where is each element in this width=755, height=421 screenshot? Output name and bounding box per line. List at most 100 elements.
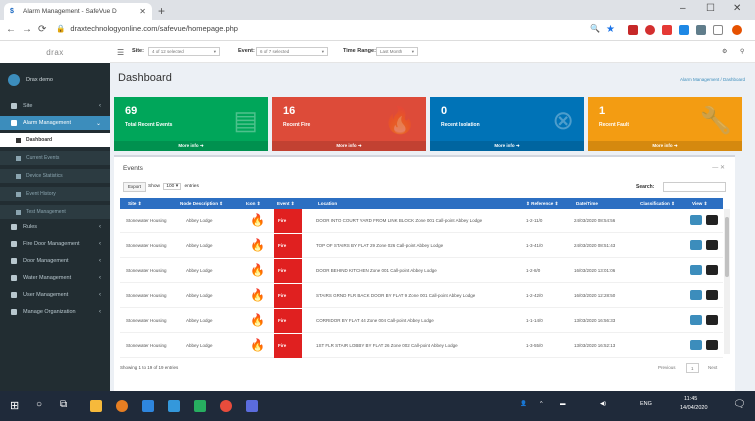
more-info-link[interactable]: More info ➜ bbox=[430, 141, 584, 151]
sidebar-item-manage-organization[interactable]: Manage Organization ‹ bbox=[0, 305, 110, 319]
table-row[interactable]: Stonewater Housing Abbey Lodge 🔥 Fire TO… bbox=[120, 234, 723, 258]
view-eye-button[interactable] bbox=[690, 240, 702, 250]
extension-icon[interactable] bbox=[645, 25, 655, 35]
view-eye-button[interactable] bbox=[690, 315, 702, 325]
column-header-event[interactable]: Event ⇕ bbox=[277, 201, 295, 207]
reload-icon[interactable]: ⟳ bbox=[38, 24, 46, 35]
sidebar-subitem-test-management[interactable]: Test Management bbox=[0, 205, 110, 219]
tab-close-icon[interactable]: ✕ bbox=[139, 7, 146, 16]
column-header-datetime[interactable]: Date/Time bbox=[576, 201, 598, 206]
pagination-page[interactable]: 1 bbox=[686, 363, 699, 373]
view-document-button[interactable] bbox=[706, 290, 718, 300]
clock-time[interactable]: 11:45 bbox=[684, 396, 697, 402]
sidebar-item-water-management[interactable]: Water Management ‹ bbox=[0, 271, 110, 285]
sidebar-item-door-management[interactable]: Door Management ‹ bbox=[0, 254, 110, 268]
view-eye-button[interactable] bbox=[690, 215, 702, 225]
view-eye-button[interactable] bbox=[690, 290, 702, 300]
logo[interactable]: drax bbox=[0, 41, 110, 63]
tray-chevron-up-icon[interactable]: ^ bbox=[540, 401, 543, 407]
sidebar-subitem-device-statistics[interactable]: Device Statistics bbox=[0, 169, 110, 183]
view-document-button[interactable] bbox=[706, 215, 718, 225]
file-explorer-icon[interactable] bbox=[90, 400, 102, 412]
sidebar-subitem-dashboard[interactable]: Dashboard bbox=[0, 133, 110, 147]
sidebar-item-user-management[interactable]: User Management ‹ bbox=[0, 288, 110, 302]
profile-icon[interactable] bbox=[732, 25, 742, 35]
extension-icon[interactable] bbox=[662, 25, 672, 35]
site-filter-select[interactable]: 4 of 12 selected ▾ bbox=[148, 47, 220, 56]
sidebar-item-site[interactable]: Site ‹ bbox=[0, 99, 110, 113]
breadcrumb[interactable]: Alarm Management / Dashboard bbox=[680, 77, 745, 82]
column-header-icon[interactable]: Icon ⇕ bbox=[246, 201, 261, 207]
more-info-link[interactable]: More info ➜ bbox=[588, 141, 742, 151]
forward-icon[interactable]: → bbox=[22, 24, 32, 35]
view-document-button[interactable] bbox=[706, 315, 718, 325]
extension-icon[interactable] bbox=[628, 25, 638, 35]
column-header-location[interactable]: Location bbox=[318, 201, 337, 206]
table-row[interactable]: Stonewater Housing Abbey Lodge 🔥 Fire 1S… bbox=[120, 334, 723, 358]
table-scrollbar-thumb[interactable] bbox=[725, 217, 729, 277]
view-document-button[interactable] bbox=[706, 265, 718, 275]
entries-select[interactable]: 100 ▾ bbox=[163, 183, 182, 190]
table-row[interactable]: Stonewater Housing Abbey Lodge 🔥 Fire DO… bbox=[120, 209, 723, 233]
view-eye-button[interactable] bbox=[690, 265, 702, 275]
view-eye-button[interactable] bbox=[690, 340, 702, 350]
url-field[interactable]: 🔒 draxtechnologyonline.com/safevue/homepa… bbox=[56, 24, 238, 33]
clock-date[interactable]: 14/04/2020 bbox=[680, 405, 708, 411]
sidebar-item-rules[interactable]: Rules ‹ bbox=[0, 220, 110, 234]
close-window-icon[interactable]: ✕ bbox=[733, 3, 741, 14]
pagination-next[interactable]: Next bbox=[704, 363, 721, 373]
column-header-site[interactable]: Site ⇕ bbox=[128, 201, 142, 207]
maximize-icon[interactable]: ☐ bbox=[706, 3, 715, 14]
column-header-reference[interactable]: ⇕ Reference ⇕ bbox=[526, 201, 559, 207]
search-input[interactable] bbox=[663, 182, 726, 192]
app-icon[interactable] bbox=[246, 400, 258, 412]
content-header: Dashboard Alarm Management / Dashboard bbox=[110, 63, 755, 93]
word-icon[interactable] bbox=[168, 400, 180, 412]
sidebar-subitem-current-events[interactable]: Current Events bbox=[0, 151, 110, 165]
column-header-node[interactable]: Node Description ⇕ bbox=[180, 201, 223, 207]
search-icon[interactable]: ○ bbox=[36, 399, 42, 410]
export-button[interactable]: Export bbox=[123, 182, 147, 192]
browser-tab[interactable]: $ Alarm Management - SafeVue D ✕ bbox=[4, 3, 152, 20]
back-icon[interactable]: ← bbox=[6, 24, 16, 35]
task-view-icon[interactable]: ⧉ bbox=[60, 399, 67, 410]
volume-icon[interactable]: ◀) bbox=[600, 401, 606, 407]
menu-toggle-icon[interactable]: ☰ bbox=[117, 48, 124, 57]
collapse-icon[interactable]: — ✕ bbox=[712, 164, 725, 171]
stat-label: Recent Fault bbox=[599, 122, 630, 128]
pin-icon[interactable]: ⚲ bbox=[740, 48, 744, 55]
settings-gear-icon[interactable]: ⚙ bbox=[722, 48, 727, 55]
extension-icon[interactable] bbox=[713, 25, 723, 35]
event-filter-select[interactable]: 6 of 7 selected ▾ bbox=[256, 47, 328, 56]
app-icon[interactable] bbox=[220, 400, 232, 412]
excel-icon[interactable] bbox=[194, 400, 206, 412]
user-panel[interactable]: Drax demo bbox=[8, 74, 53, 86]
more-info-link[interactable]: More info ➜ bbox=[114, 141, 268, 151]
notification-icon[interactable]: 🗨 bbox=[733, 399, 746, 410]
pagination-previous[interactable]: Previous bbox=[654, 363, 680, 373]
people-icon[interactable]: 👤 bbox=[520, 401, 527, 407]
extension-icon[interactable] bbox=[696, 25, 706, 35]
minimize-icon[interactable]: – bbox=[680, 3, 686, 14]
column-header-view[interactable]: View ⇕ bbox=[692, 201, 708, 207]
sidebar-item-alarm-management[interactable]: Alarm Management ⌄ bbox=[0, 116, 110, 130]
time-range-select[interactable]: Last Month ▾ bbox=[376, 47, 418, 56]
table-row[interactable]: Stonewater Housing Abbey Lodge 🔥 Fire CO… bbox=[120, 309, 723, 333]
outlook-icon[interactable] bbox=[142, 400, 154, 412]
column-header-classification[interactable]: Classification ⇕ bbox=[640, 201, 675, 207]
table-row[interactable]: Stonewater Housing Abbey Lodge 🔥 Fire ST… bbox=[120, 284, 723, 308]
zoom-icon[interactable]: 🔍 bbox=[590, 24, 600, 33]
more-info-link[interactable]: More info ➜ bbox=[272, 141, 426, 151]
network-icon[interactable]: ▬ bbox=[560, 401, 566, 407]
language-indicator[interactable]: ENG bbox=[640, 401, 652, 407]
view-document-button[interactable] bbox=[706, 240, 718, 250]
table-row[interactable]: Stonewater Housing Abbey Lodge 🔥 Fire DO… bbox=[120, 259, 723, 283]
windows-start-icon[interactable]: ⊞ bbox=[10, 399, 19, 412]
bookmark-star-icon[interactable]: ★ bbox=[606, 24, 615, 35]
new-tab-icon[interactable]: + bbox=[158, 4, 165, 18]
sidebar-subitem-event-history[interactable]: Event History bbox=[0, 187, 110, 201]
chrome-icon[interactable] bbox=[116, 400, 128, 412]
sidebar-item-fire-door-management[interactable]: Fire Door Management ‹ bbox=[0, 237, 110, 251]
view-document-button[interactable] bbox=[706, 340, 718, 350]
extension-icon[interactable] bbox=[679, 25, 689, 35]
